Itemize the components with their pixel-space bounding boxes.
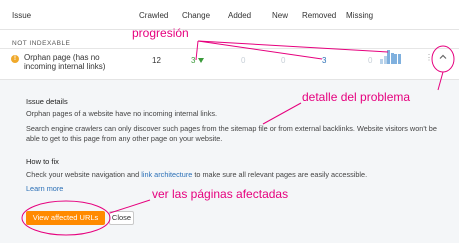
change-cell: 3 [191,56,205,65]
more-icon[interactable]: ⋮ [425,53,433,62]
col-crawled[interactable]: Crawled [139,11,168,20]
added-value: 0 [241,56,246,65]
sparkline-bar [383,56,387,64]
col-issue[interactable]: Issue [12,11,31,20]
issue-title[interactable]: Orphan page (has no incoming internal li… [24,53,120,71]
annotation-ver: ver las páginas afectadas [152,187,289,201]
fix-text-prefix: Check your website navigation and [26,170,142,179]
removed-value: 3 [322,56,327,65]
change-value: 3 [191,56,196,65]
chevron-up-icon[interactable] [438,52,448,62]
sparkline-bar [394,53,398,64]
fix-description: Check your website navigation and link a… [26,170,446,180]
view-affected-urls-button[interactable]: View affected URLs [26,211,105,225]
link-architecture-link[interactable]: link architecture [141,170,192,179]
close-button[interactable]: Close [109,211,134,225]
warning-icon: ! [11,55,19,63]
col-new[interactable]: New [272,11,288,20]
how-to-fix-heading: How to fix [26,157,59,166]
sparkline-bar [390,52,394,64]
col-missing[interactable]: Missing [346,11,373,20]
sparkline-bar [398,54,401,64]
arrow-down-icon [198,58,205,64]
table-header: Issue Crawled Change Added New Removed M… [0,0,459,30]
sparkline-chart [380,50,402,64]
issue-description-extended: Search engine crawlers can only discover… [26,124,437,143]
col-removed[interactable]: Removed [302,11,336,20]
annotation-progresion: progresión [132,26,189,40]
col-change[interactable]: Change [182,11,210,20]
crawled-value: 12 [152,56,161,65]
new-value: 0 [281,56,286,65]
sparkline-bar [380,59,383,64]
fix-text-suffix: to make sure all relevant pages are easi… [192,170,368,179]
annotation-detalle: detalle del problema [302,90,411,104]
col-added[interactable]: Added [228,11,251,20]
issue-details-heading: Issue details [26,97,68,106]
section-label: NOT INDEXABLE [12,40,71,47]
missing-value: 0 [368,56,373,65]
sparkline-bar [387,50,391,64]
issue-description: Orphan pages of a website have no incomi… [26,109,218,118]
